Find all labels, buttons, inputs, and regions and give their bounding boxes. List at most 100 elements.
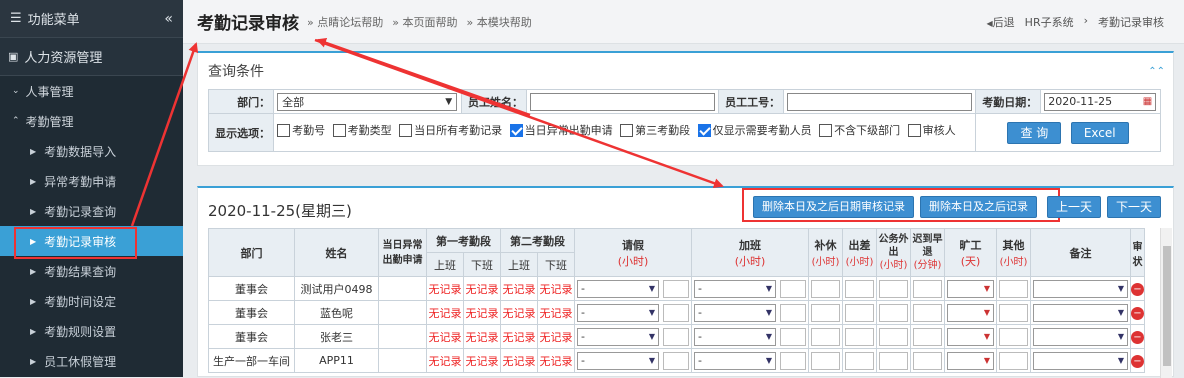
option-third-segment[interactable]: 第三考勤段 bbox=[620, 122, 690, 140]
option-required-only[interactable]: 仅显示需要考勤人员 bbox=[697, 122, 812, 140]
option-attendance-type[interactable]: 考勤类型 bbox=[332, 122, 392, 140]
checkbox[interactable] bbox=[819, 124, 833, 138]
punch-cell: 无记录 bbox=[500, 300, 538, 325]
trip-input[interactable] bbox=[845, 351, 874, 370]
sidebar-item-rule-setting[interactable]: ▶ 考勤规则设置 bbox=[0, 316, 183, 346]
late-input[interactable] bbox=[913, 303, 942, 322]
date-input[interactable]: 2020-11-25 ▦ bbox=[1044, 92, 1157, 111]
checkbox[interactable] bbox=[620, 124, 634, 138]
leave-select[interactable]: - ▼ bbox=[577, 279, 659, 298]
checkbox[interactable] bbox=[332, 124, 346, 138]
overtime-select[interactable]: - ▼ bbox=[694, 327, 776, 346]
caret-right-icon: ▶ bbox=[30, 356, 37, 366]
absent-select[interactable]: ▼ bbox=[947, 351, 994, 370]
overtime-hours-input[interactable] bbox=[780, 327, 806, 346]
sidebar-section-hr[interactable]: ▣ 人力资源管理 bbox=[0, 38, 183, 76]
sidebar-item-abnormal-apply[interactable]: ▶ 异常考勤申请 bbox=[0, 166, 183, 196]
out-input[interactable] bbox=[879, 351, 908, 370]
employee-name-input[interactable] bbox=[529, 92, 715, 111]
option-attendance-no[interactable]: 考勤号 bbox=[277, 122, 325, 140]
absent-select[interactable]: ▼ bbox=[947, 279, 994, 298]
leave-hours-input[interactable] bbox=[663, 351, 689, 370]
trip-input[interactable] bbox=[845, 303, 874, 322]
sidebar-item-result-query[interactable]: ▶ 考勤结果查询 bbox=[0, 256, 183, 286]
leave-hours-input[interactable] bbox=[663, 327, 689, 346]
leave-select[interactable]: - ▼ bbox=[577, 327, 659, 346]
note-select[interactable]: ▼ bbox=[1033, 327, 1128, 346]
excel-button[interactable]: Excel bbox=[1070, 121, 1129, 144]
leave-hours-input[interactable] bbox=[663, 279, 689, 298]
overtime-select[interactable]: - ▼ bbox=[694, 351, 776, 370]
next-day-button[interactable]: 下一天 bbox=[1106, 196, 1161, 218]
option-exclude-sub[interactable]: 不含下级部门 bbox=[819, 122, 900, 140]
collapse-up-icon[interactable]: ⌃⌃ bbox=[1148, 66, 1165, 77]
calendar-icon[interactable]: ▦ bbox=[1143, 96, 1152, 107]
out-input[interactable] bbox=[879, 327, 908, 346]
remove-icon[interactable]: − bbox=[1131, 354, 1144, 368]
late-input[interactable] bbox=[913, 327, 942, 346]
sidebar-item-record-audit[interactable]: ▶ 考勤记录审核 bbox=[0, 226, 183, 259]
checkbox-checked[interactable] bbox=[697, 124, 711, 138]
other-input[interactable] bbox=[999, 303, 1028, 322]
delete-records-button[interactable]: 删除本日及之后记录 bbox=[919, 196, 1037, 218]
overtime-hours-input[interactable] bbox=[780, 279, 806, 298]
back-link[interactable]: ◀后退 bbox=[987, 14, 1015, 30]
sidebar-group-attendance[interactable]: ⌃ 考勤管理 bbox=[0, 106, 183, 136]
help-link-module[interactable]: » 本模块帮助 bbox=[466, 14, 531, 30]
out-input[interactable] bbox=[879, 303, 908, 322]
late-input[interactable] bbox=[913, 279, 942, 298]
comp-input[interactable] bbox=[811, 279, 840, 298]
comp-input[interactable] bbox=[811, 351, 840, 370]
comp-input[interactable] bbox=[811, 327, 840, 346]
sidebar-group-label: 人事管理 bbox=[25, 84, 74, 99]
breadcrumb-item[interactable]: HR子系统 bbox=[1025, 14, 1074, 30]
dept-select[interactable]: 全部 ▼ bbox=[277, 92, 458, 111]
other-input[interactable] bbox=[999, 279, 1028, 298]
remove-icon[interactable]: − bbox=[1131, 282, 1144, 296]
punch-cell: 无记录 bbox=[537, 300, 575, 325]
help-link-page[interactable]: » 本页面帮助 bbox=[392, 14, 457, 30]
overtime-select[interactable]: - ▼ bbox=[694, 303, 776, 322]
sidebar-item-import[interactable]: ▶ 考勤数据导入 bbox=[0, 136, 183, 166]
remove-icon[interactable]: − bbox=[1131, 330, 1144, 344]
scrollbar-thumb[interactable] bbox=[1163, 246, 1171, 366]
delete-audit-records-button[interactable]: 删除本日及之后日期审核记录 bbox=[752, 196, 914, 218]
overtime-hours-input[interactable] bbox=[780, 303, 806, 322]
trip-input[interactable] bbox=[845, 327, 874, 346]
option-auditor[interactable]: 审核人 bbox=[907, 122, 956, 140]
leave-select[interactable]: - ▼ bbox=[577, 351, 659, 370]
remove-icon[interactable]: − bbox=[1131, 306, 1144, 320]
leave-select[interactable]: - ▼ bbox=[577, 303, 659, 322]
other-input[interactable] bbox=[999, 351, 1028, 370]
comp-input[interactable] bbox=[811, 303, 840, 322]
option-all-records[interactable]: 当日所有考勤记录 bbox=[399, 122, 502, 140]
dept-cell: 董事会 bbox=[208, 276, 295, 301]
absent-select[interactable]: ▼ bbox=[947, 327, 994, 346]
leave-hours-input[interactable] bbox=[663, 303, 689, 322]
prev-day-button[interactable]: 上一天 bbox=[1046, 196, 1101, 218]
overtime-hours-input[interactable] bbox=[780, 351, 806, 370]
note-select[interactable]: ▼ bbox=[1033, 279, 1128, 298]
option-abnormal-apply[interactable]: 当日异常出勤申请 bbox=[509, 122, 613, 140]
checkbox[interactable] bbox=[399, 124, 413, 138]
help-link-forum[interactable]: » 点睛论坛帮助 bbox=[307, 14, 383, 30]
query-button[interactable]: 查 询 bbox=[1007, 121, 1062, 144]
other-input[interactable] bbox=[999, 327, 1028, 346]
out-input[interactable] bbox=[879, 279, 908, 298]
scrollbar[interactable] bbox=[1160, 228, 1172, 378]
note-select[interactable]: ▼ bbox=[1033, 303, 1128, 322]
checkbox[interactable] bbox=[907, 124, 921, 138]
late-input[interactable] bbox=[913, 351, 942, 370]
collapse-icon[interactable]: « bbox=[164, 11, 173, 27]
sidebar-item-time-setting[interactable]: ▶ 考勤时间设定 bbox=[0, 286, 183, 316]
checkbox[interactable] bbox=[277, 124, 291, 138]
sidebar-item-leave-mgmt[interactable]: ▶ 员工休假管理 bbox=[0, 346, 183, 376]
employee-no-input[interactable] bbox=[787, 92, 973, 111]
trip-input[interactable] bbox=[845, 279, 874, 298]
sidebar-group-personnel[interactable]: ⌄ 人事管理 bbox=[0, 76, 183, 106]
absent-select[interactable]: ▼ bbox=[947, 303, 994, 322]
sidebar-item-record-query[interactable]: ▶ 考勤记录查询 bbox=[0, 196, 183, 226]
checkbox-checked[interactable] bbox=[509, 124, 523, 138]
note-select[interactable]: ▼ bbox=[1033, 351, 1128, 370]
overtime-select[interactable]: - ▼ bbox=[694, 279, 776, 298]
